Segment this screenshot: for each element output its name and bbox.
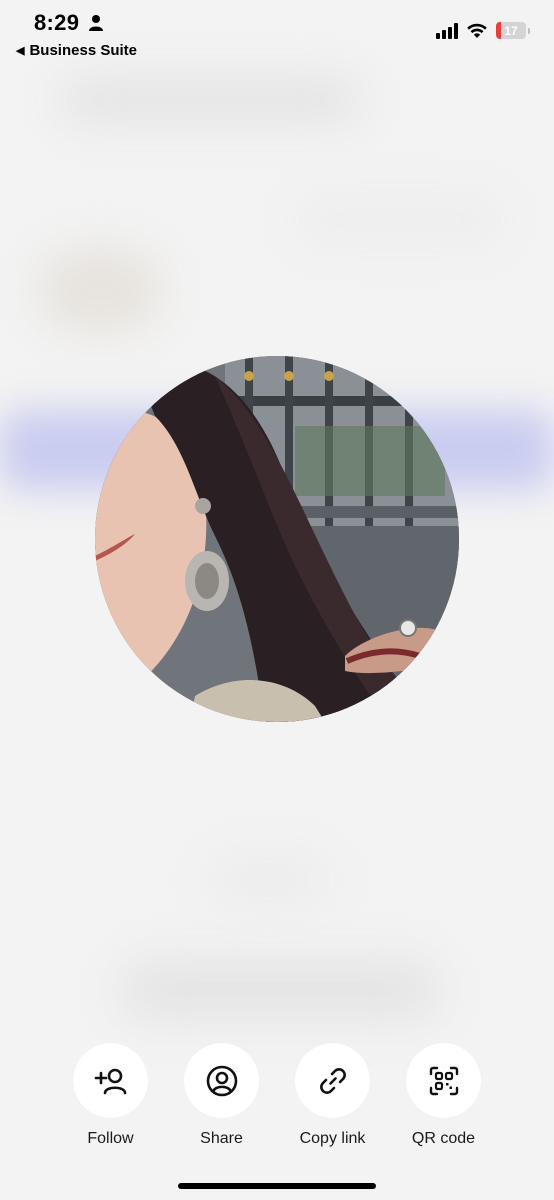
home-indicator[interactable] (178, 1183, 376, 1189)
back-to-app-link[interactable]: ◀ Business Suite (16, 42, 137, 59)
qr-code-action[interactable]: QR code (388, 1043, 499, 1148)
qr-code-button[interactable] (406, 1043, 481, 1118)
battery-fill (496, 22, 502, 39)
blurred-background-shape (300, 200, 500, 240)
copy-link-label: Copy link (299, 1130, 366, 1147)
link-icon (319, 1067, 346, 1094)
battery-cap (528, 27, 530, 34)
profile-avatar (95, 356, 459, 722)
follow-label: Follow (87, 1130, 134, 1147)
status-time: 8:29 (34, 10, 80, 35)
status-indicators: 17 (436, 22, 530, 39)
person-icon (89, 15, 103, 31)
follow-button[interactable] (73, 1043, 148, 1118)
blurred-background-shape (40, 250, 160, 330)
back-app-label: Business Suite (29, 42, 138, 59)
battery-indicator: 17 (496, 22, 526, 39)
qr-code-label: QR code (411, 1130, 476, 1147)
follow-icon (94, 1068, 126, 1094)
qr-code-icon (429, 1066, 458, 1095)
share-icon (206, 1065, 237, 1096)
profile-photo (95, 356, 459, 722)
back-triangle-icon: ◀ (16, 45, 25, 57)
blurred-background-shape (210, 860, 330, 900)
profile-share-screen: 8:29 ◀ Business Suite 17 Follow Share Co… (0, 0, 554, 1200)
wifi-icon (467, 23, 487, 38)
follow-action[interactable]: Follow (55, 1043, 166, 1148)
cellular-signal-icon (436, 22, 458, 39)
share-label: Share (200, 1130, 243, 1147)
blurred-background-shape (60, 80, 360, 120)
share-action[interactable]: Share (166, 1043, 277, 1148)
copy-link-button[interactable] (295, 1043, 370, 1118)
share-actions-row: Follow Share Copy link QR code (55, 1043, 499, 1148)
blurred-background-shape (120, 960, 440, 1020)
share-button[interactable] (184, 1043, 259, 1118)
copy-link-action[interactable]: Copy link (277, 1043, 388, 1148)
battery-level: 17 (504, 23, 518, 38)
